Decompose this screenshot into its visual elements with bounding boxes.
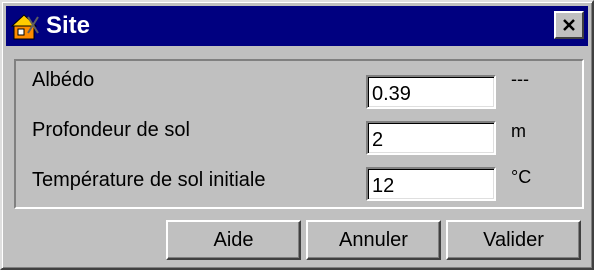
dialog-title: Site	[46, 12, 91, 39]
title-bar[interactable]: Site	[6, 6, 588, 46]
temperature-unit: °C	[511, 167, 532, 187]
albedo-field[interactable]	[366, 75, 496, 109]
profondeur-label: Profondeur de sol	[32, 119, 190, 141]
annuler-button[interactable]: Annuler	[306, 220, 441, 260]
albedo-unit: ---	[511, 69, 529, 89]
site-dialog: Site Albédo --- Profondeur de sol m Temp…	[0, 0, 594, 270]
aide-button[interactable]: Aide	[166, 220, 301, 260]
fields-panel: Albédo --- Profondeur de sol m Températu…	[14, 59, 584, 209]
valider-button[interactable]: Valider	[446, 220, 581, 260]
close-button[interactable]	[554, 11, 584, 39]
close-x-icon	[563, 19, 575, 31]
house-tools-icon	[10, 14, 39, 40]
temperature-label: Température de sol initiale	[32, 169, 266, 191]
profondeur-unit: m	[511, 121, 526, 141]
albedo-label: Albédo	[32, 69, 95, 91]
profondeur-field[interactable]	[366, 121, 496, 155]
temperature-field[interactable]	[366, 167, 496, 201]
